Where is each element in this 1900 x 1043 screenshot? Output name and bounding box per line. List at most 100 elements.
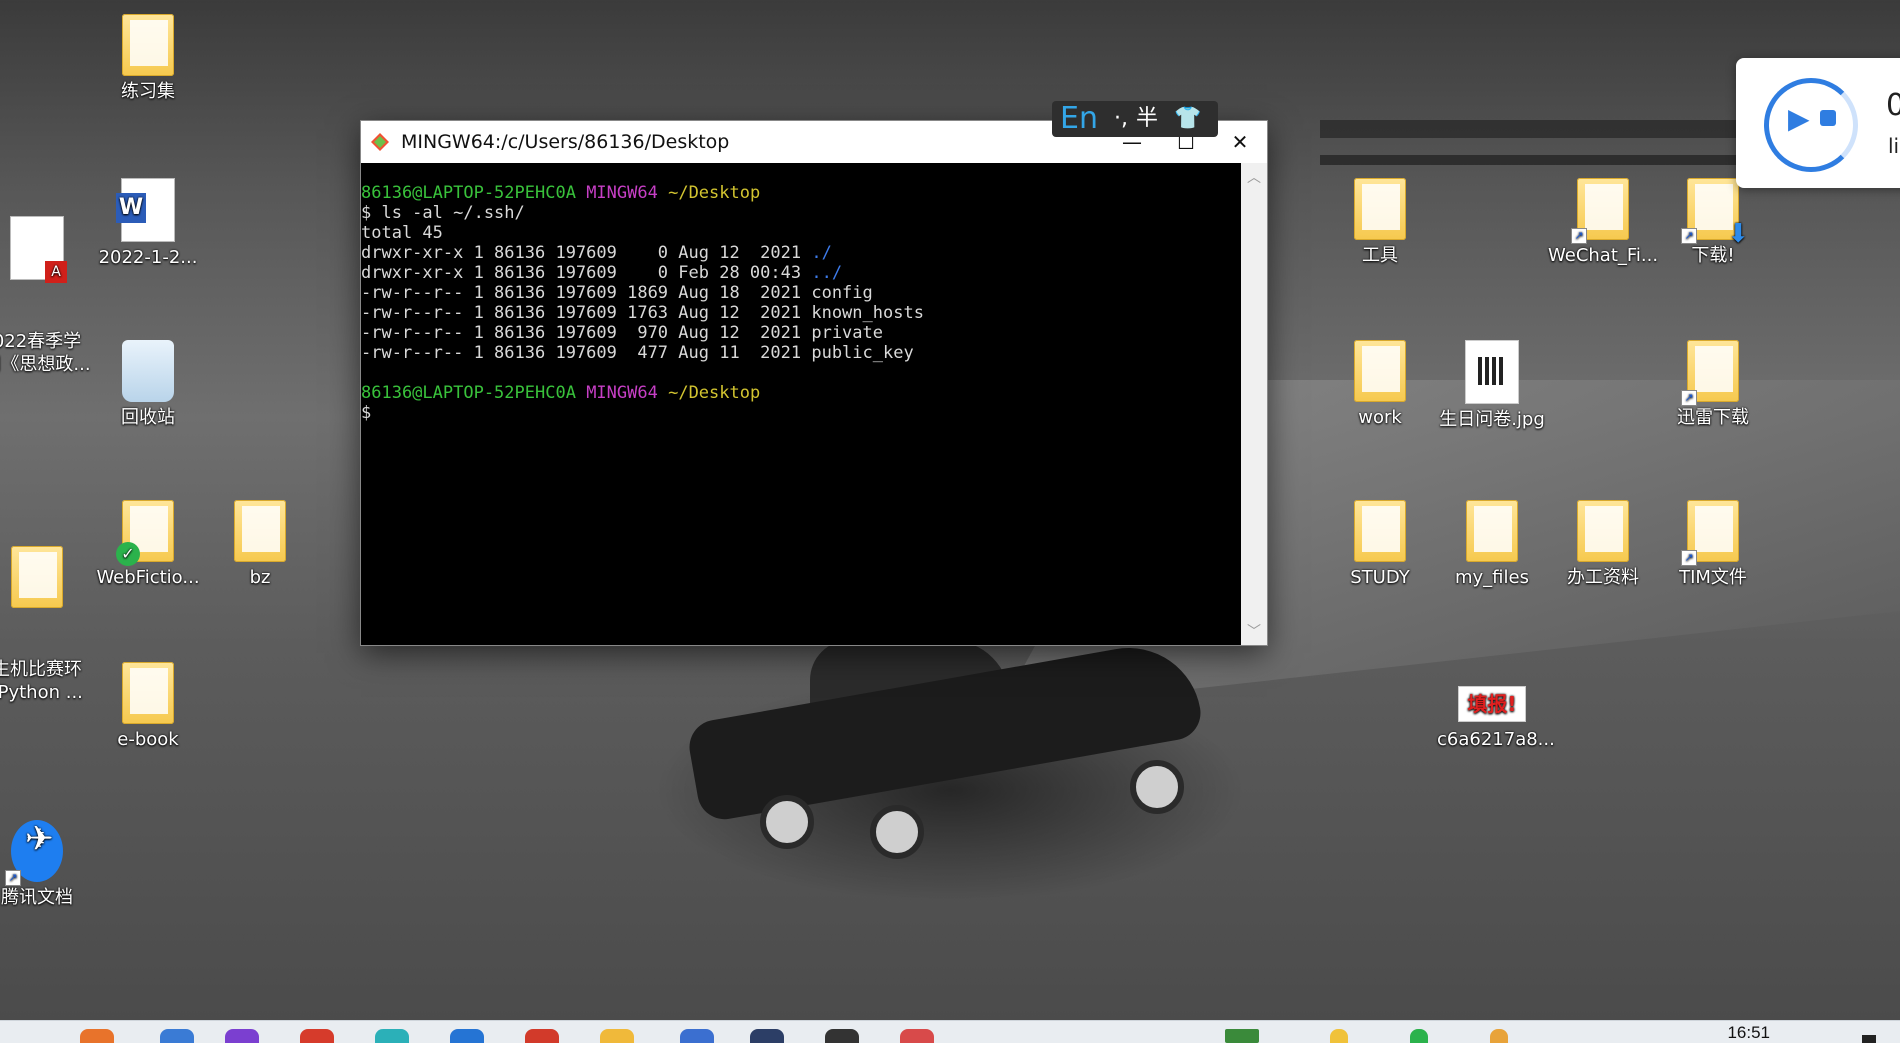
taskbar-tray-icon[interactable]	[1490, 1029, 1508, 1043]
prompt-path: ~/Desktop	[668, 383, 761, 403]
close-button[interactable]: ✕	[1213, 121, 1267, 163]
desktop-icon-lianxiji[interactable]: 练习集	[93, 14, 203, 103]
icon-label: 生日问卷.jpg	[1439, 409, 1545, 430]
taskbar-app-icon[interactable]	[750, 1029, 784, 1043]
media-text: 0	[1886, 88, 1900, 123]
icon-label: WebFictio...	[96, 567, 200, 588]
prompt-user: 86136@LAPTOP-52PEHC0A	[361, 183, 576, 203]
stop-icon[interactable]	[1820, 110, 1836, 126]
taskbar-app-icon[interactable]	[375, 1029, 409, 1043]
desktop-icon-tianbao[interactable]: 填报! c6a6217a8...	[1437, 686, 1555, 751]
input-line[interactable]: $	[361, 403, 1241, 423]
desktop-icon-birthday-jpg[interactable]: 生日问卷.jpg	[1437, 340, 1547, 431]
media-widget[interactable]: ▶ 0 li	[1736, 58, 1900, 188]
taskbar-app-icon[interactable]	[450, 1029, 484, 1043]
folder-icon	[234, 500, 286, 562]
desktop-icon-word[interactable]: 2022-1-2...	[93, 178, 203, 269]
prompt-host: MINGW64	[586, 183, 658, 203]
terminal-output[interactable]: 86136@LAPTOP-52PEHC0A MINGW64 ~/Desktop $…	[361, 163, 1241, 645]
listing-row: -rw-r--r-- 1 86136 197609 1869 Aug 18 20…	[361, 283, 1241, 303]
ime-language-toggle[interactable]: En	[1060, 101, 1098, 137]
folder-icon	[122, 14, 174, 76]
pdf-file-icon	[10, 216, 67, 283]
taskbar-app-icon[interactable]	[825, 1029, 859, 1043]
desktop-icon-tencent-docs[interactable]: ↗ 腾讯文档	[0, 820, 92, 909]
desktop-icon-myfiles[interactable]: my_files	[1437, 500, 1547, 589]
desktop-icon-office[interactable]: 办工资料	[1548, 500, 1658, 589]
ime-toolbar[interactable]: En ·, 半 👕	[1052, 101, 1218, 137]
desktop-icon-wechat[interactable]: ↗ WeChat_Fi...	[1548, 178, 1658, 267]
desktop-icon-tim[interactable]: ↗ TIM文件	[1658, 500, 1768, 589]
taskbar-app-icon[interactable]	[225, 1029, 259, 1043]
folder-icon	[1354, 340, 1406, 402]
listing-name: private	[811, 323, 883, 343]
taskbar-app-icon[interactable]	[600, 1029, 634, 1043]
background-wheel	[760, 795, 814, 849]
taskbar-app-icon[interactable]	[900, 1029, 934, 1043]
background-wheel	[1130, 760, 1184, 814]
icon-label: TIM文件	[1679, 567, 1747, 588]
listing-meta: -rw-r--r-- 1 86136 197609 1869 Aug 18 20…	[361, 283, 812, 303]
taskbar-app-icon[interactable]	[680, 1029, 714, 1043]
desktop-icon-pdf[interactable]: 022春季学 用《思想政...	[0, 170, 92, 399]
taskbar-tray-icon[interactable]	[1410, 1029, 1428, 1043]
desktop-icon-contest[interactable]: 生机比赛环 -Python ...	[0, 500, 92, 727]
desktop-icon-webfiction[interactable]: ✓ WebFictio...	[93, 500, 203, 589]
listing-name: ../	[811, 263, 843, 283]
desktop-icon-xunlei[interactable]: ↗ 迅雷下载	[1658, 340, 1768, 429]
qr-image-icon	[1465, 340, 1519, 404]
media-progress-ring	[1764, 78, 1858, 172]
play-icon[interactable]: ▶	[1788, 102, 1810, 135]
download-arrow-icon: ⬇	[1727, 219, 1749, 249]
terminal-title: MINGW64:/c/Users/86136/Desktop	[401, 131, 730, 153]
total-line: total 45	[361, 223, 443, 243]
icon-label: WeChat_Fi...	[1548, 245, 1659, 266]
listing-name: ./	[811, 243, 832, 263]
taskbar-clock[interactable]: 16:51	[1727, 1023, 1770, 1043]
listing-meta: -rw-r--r-- 1 86136 197609 970 Aug 12 202…	[361, 323, 812, 343]
taskbar-tray-icon[interactable]	[1225, 1029, 1259, 1043]
desktop-icon-study[interactable]: STUDY	[1325, 500, 1435, 589]
listing-row: drwxr-xr-x 1 86136 197609 0 Feb 28 00:43…	[361, 263, 1241, 283]
scroll-down-icon[interactable]: ﹀	[1241, 621, 1267, 641]
taskbar: 16:51	[0, 1020, 1900, 1043]
recycle-bin-icon	[122, 340, 174, 402]
prompt-line: 86136@LAPTOP-52PEHC0A MINGW64 ~/Desktop	[361, 183, 1241, 203]
background-skateboard	[685, 636, 1205, 824]
desktop-icon-work[interactable]: work	[1325, 340, 1435, 429]
icon-label: my_files	[1455, 567, 1529, 588]
prompt-host: MINGW64	[586, 383, 658, 403]
folder-icon: ✓	[116, 500, 174, 566]
taskbar-app-icon[interactable]	[300, 1029, 334, 1043]
terminal-scrollbar[interactable]: ︿ ﹀	[1241, 163, 1267, 645]
desktop-icon-tools[interactable]: 工具	[1325, 178, 1435, 267]
scroll-up-icon[interactable]: ︿	[1241, 167, 1267, 187]
listing-row: drwxr-xr-x 1 86136 197609 0 Aug 12 2021 …	[361, 243, 1241, 263]
icon-label: 练习集	[121, 81, 175, 102]
folder-icon	[11, 546, 63, 608]
listing-meta: drwxr-xr-x 1 86136 197609 0 Feb 28 00:43	[361, 263, 812, 283]
ime-width-toggle[interactable]: 半	[1136, 101, 1158, 137]
desktop-icon-bz[interactable]: bz	[205, 500, 315, 589]
taskbar-app-icon[interactable]	[160, 1029, 194, 1043]
desktop-icon-recycle-bin[interactable]: 回收站	[93, 340, 203, 429]
taskbar-tray-icon[interactable]	[1330, 1029, 1348, 1043]
listing-meta: -rw-r--r-- 1 86136 197609 477 Aug 11 202…	[361, 343, 812, 363]
taskbar-app-icon[interactable]	[525, 1029, 559, 1043]
shortcut-arrow-icon: ↗	[5, 870, 21, 886]
icon-label: 下载!	[1691, 245, 1735, 266]
folder-icon: ↗ ⬇	[1681, 178, 1749, 247]
shortcut-arrow-icon: ↗	[1681, 228, 1697, 244]
terminal-window[interactable]: MINGW64:/c/Users/86136/Desktop — ☐ ✕ 861…	[361, 121, 1267, 645]
desktop-icon-download[interactable]: ↗ ⬇ 下载!	[1658, 178, 1768, 267]
icon-label: 迅雷下载	[1677, 407, 1749, 428]
prompt-line: 86136@LAPTOP-52PEHC0A MINGW64 ~/Desktop	[361, 383, 1241, 403]
ime-punctuation-toggle[interactable]: ·,	[1114, 101, 1128, 137]
shortcut-arrow-icon: ↗	[1681, 550, 1697, 566]
desktop-icon-ebook[interactable]: e-book	[93, 662, 203, 751]
folder-icon	[1466, 500, 1518, 562]
listing-meta: drwxr-xr-x 1 86136 197609 0 Aug 12 2021	[361, 243, 812, 263]
listing-row: -rw-r--r-- 1 86136 197609 1763 Aug 12 20…	[361, 303, 1241, 323]
taskbar-app-icon[interactable]	[80, 1029, 114, 1043]
ime-skin-icon[interactable]: 👕	[1174, 101, 1201, 137]
